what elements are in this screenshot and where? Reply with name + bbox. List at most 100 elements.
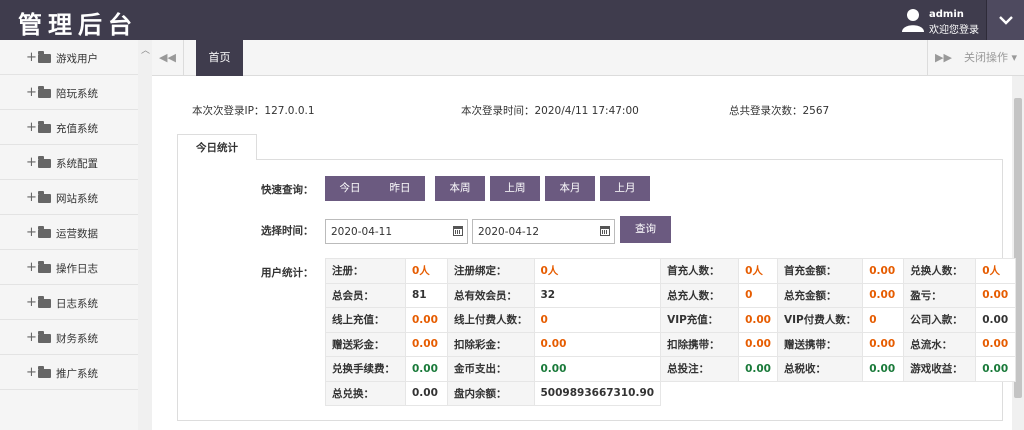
stat-label: 兑换手续费： — [325, 356, 406, 382]
stats-row: 兑换手续费： 0.00 金币支出： 0.00 总投注： 0.00 总税收： 0.00 游戏收益：… — [325, 356, 1017, 382]
quick-query-label: 快速查询： — [261, 184, 314, 196]
folder-icon — [38, 51, 51, 63]
sidebar: ︿ + 游戏用户 + 陪玩系统 + 充值系统 + 系统配置 + 网站系统 + 运营数据 + 操作日志 + 日志… — [0, 40, 152, 430]
stat-value: 0人 — [975, 258, 1017, 284]
stat-value: 0.00 — [862, 258, 905, 284]
calendar-icon[interactable] — [453, 226, 463, 236]
stat-label: 盈亏： — [903, 282, 977, 308]
stat-label: 总有效会员： — [447, 282, 535, 308]
stat-label: 首充金额： — [776, 258, 864, 284]
sidebar-item-label: 充值系统 — [56, 123, 98, 135]
stat-label: 公司入款： — [903, 307, 977, 333]
quick-query-button[interactable]: 上月 — [600, 176, 650, 201]
stat-label: 总兑换： — [325, 380, 406, 406]
stat-label: 首充人数： — [660, 258, 740, 284]
sidebar-item[interactable]: + 日志系统 — [0, 285, 138, 320]
stat-value: 0.00 — [533, 331, 662, 357]
sidebar-item[interactable]: + 操作日志 — [0, 250, 138, 285]
stat-label: 总税收： — [776, 356, 864, 382]
double-right-arrow-icon: ▶▶ — [935, 51, 952, 64]
stat-value: 0人 — [405, 258, 448, 284]
stat-value: 0 — [533, 307, 662, 333]
tab-scroll-left-button[interactable]: ◀◀ — [152, 40, 184, 76]
close-operations-dropdown[interactable]: 关闭操作 ▾ — [960, 40, 1024, 76]
sidebar-item[interactable]: + 系统配置 — [0, 145, 138, 180]
user-menu[interactable]: admin 欢迎您登录 — [902, 8, 982, 36]
stat-value: 0人 — [533, 258, 662, 284]
stat-label: VIP充值： — [660, 307, 740, 333]
header-dropdown-button[interactable] — [986, 0, 1024, 40]
stat-label: 总会员： — [325, 282, 406, 308]
sidebar-item[interactable]: + 财务系统 — [0, 320, 138, 355]
folder-icon — [38, 296, 51, 308]
stat-value: 0.00 — [975, 331, 1017, 357]
double-left-arrow-icon: ◀◀ — [159, 51, 176, 64]
caret-down-icon: ▾ — [1011, 51, 1018, 64]
login-time: 本次登录时间：2020/4/11 17:47:00 — [461, 105, 639, 117]
folder-icon — [38, 331, 51, 343]
quick-query-button[interactable]: 昨日 — [375, 176, 425, 201]
plus-icon: + — [26, 50, 37, 65]
login-count: 总共登录次数：2567 — [729, 105, 830, 117]
start-date-value: 2020-04-11 — [331, 226, 393, 238]
stat-value: 0.00 — [975, 282, 1017, 308]
stat-label: VIP付费人数： — [776, 307, 864, 333]
close-operations-label: 关闭操作 — [964, 51, 1008, 64]
plus-icon: + — [26, 155, 37, 170]
stats-row: 线上充值： 0.00 线上付费人数： 0 VIP充值： 0.00 VIP付费人数： 0 公司入款… — [325, 307, 1017, 333]
user-stats-label: 用户统计： — [261, 267, 314, 279]
sidebar-item[interactable]: + 陪玩系统 — [0, 75, 138, 110]
chevron-down-icon — [999, 16, 1013, 25]
tab-today-stats[interactable]: 今日统计 — [177, 134, 257, 160]
stats-row: 总兑换： 0.00 盘内余额： 5009893667310.90 — [325, 380, 1016, 406]
stat-value: 5009893667310.90 — [533, 380, 662, 406]
stat-value: 81 — [405, 282, 448, 308]
folder-icon — [38, 86, 51, 98]
stat-value: 0.00 — [405, 356, 448, 382]
stat-label: 总充人数： — [660, 282, 740, 308]
stat-label: 总投注： — [660, 356, 740, 382]
stats-row: 赠送彩金： 0.00 扣除彩金： 0.00 扣除携带： 0.00 赠送携带： 0.00 总流水：… — [325, 331, 1017, 357]
stat-value: 0.00 — [405, 331, 448, 357]
sidebar-item-label: 网站系统 — [56, 193, 98, 205]
stat-value: 0.00 — [975, 356, 1017, 382]
quick-query-button[interactable]: 本周 — [435, 176, 485, 201]
search-button[interactable]: 查询 — [620, 216, 671, 243]
sidebar-item[interactable]: + 运营数据 — [0, 215, 138, 250]
quick-query-button[interactable]: 今日 — [325, 176, 375, 201]
stat-value: 0人 — [738, 258, 778, 284]
plus-icon: + — [26, 120, 37, 135]
sidebar-item[interactable]: + 推广系统 — [0, 355, 138, 390]
plus-icon: + — [26, 225, 37, 240]
sidebar-item-label: 陪玩系统 — [56, 88, 98, 100]
sidebar-item[interactable]: + 游戏用户 — [0, 40, 138, 75]
select-time-label: 选择时间： — [261, 225, 314, 237]
login-ip: 本次次登录IP：127.0.0.1 — [192, 105, 315, 117]
start-date-field[interactable]: 2020-04-11 — [325, 219, 468, 244]
stat-label: 注册绑定： — [447, 258, 535, 284]
sidebar-item-label: 操作日志 — [56, 263, 98, 275]
sidebar-item[interactable]: + 充值系统 — [0, 110, 138, 145]
stat-value: 0.00 — [975, 307, 1017, 333]
sidebar-item[interactable]: + 网站系统 — [0, 180, 138, 215]
stat-label: 游戏收益： — [903, 356, 977, 382]
tab-scroll-right-button[interactable]: ▶▶ — [927, 40, 959, 76]
sidebar-item-label: 系统配置 — [56, 158, 98, 170]
end-date-field[interactable]: 2020-04-12 — [472, 219, 615, 244]
tab-home[interactable]: 首页 — [196, 40, 243, 76]
stat-label: 总流水： — [903, 331, 977, 357]
stats-row: 注册： 0人 注册绑定： 0人 首充人数： 0人 首充金额： 0.00 兑换人数： 0人 — [325, 258, 1017, 284]
quick-query-button[interactable]: 上周 — [490, 176, 540, 201]
plus-icon: + — [26, 330, 37, 345]
sidebar-scrollbar[interactable]: ︿ — [138, 40, 152, 430]
scroll-up-icon[interactable]: ︿ — [141, 43, 150, 56]
stats-row: 总会员： 81 总有效会员： 32 总充人数： 0 总充金额： 0.00 盈亏： 0.00 — [325, 282, 1017, 308]
folder-icon — [38, 366, 51, 378]
top-header: 管理后台 admin 欢迎您登录 — [0, 0, 1024, 40]
quick-query-button[interactable]: 本月 — [545, 176, 595, 201]
end-date-value: 2020-04-12 — [478, 226, 540, 238]
app-logo: 管理后台 — [18, 10, 138, 39]
folder-icon — [38, 226, 51, 238]
folder-icon — [38, 261, 51, 273]
calendar-icon[interactable] — [600, 226, 610, 236]
